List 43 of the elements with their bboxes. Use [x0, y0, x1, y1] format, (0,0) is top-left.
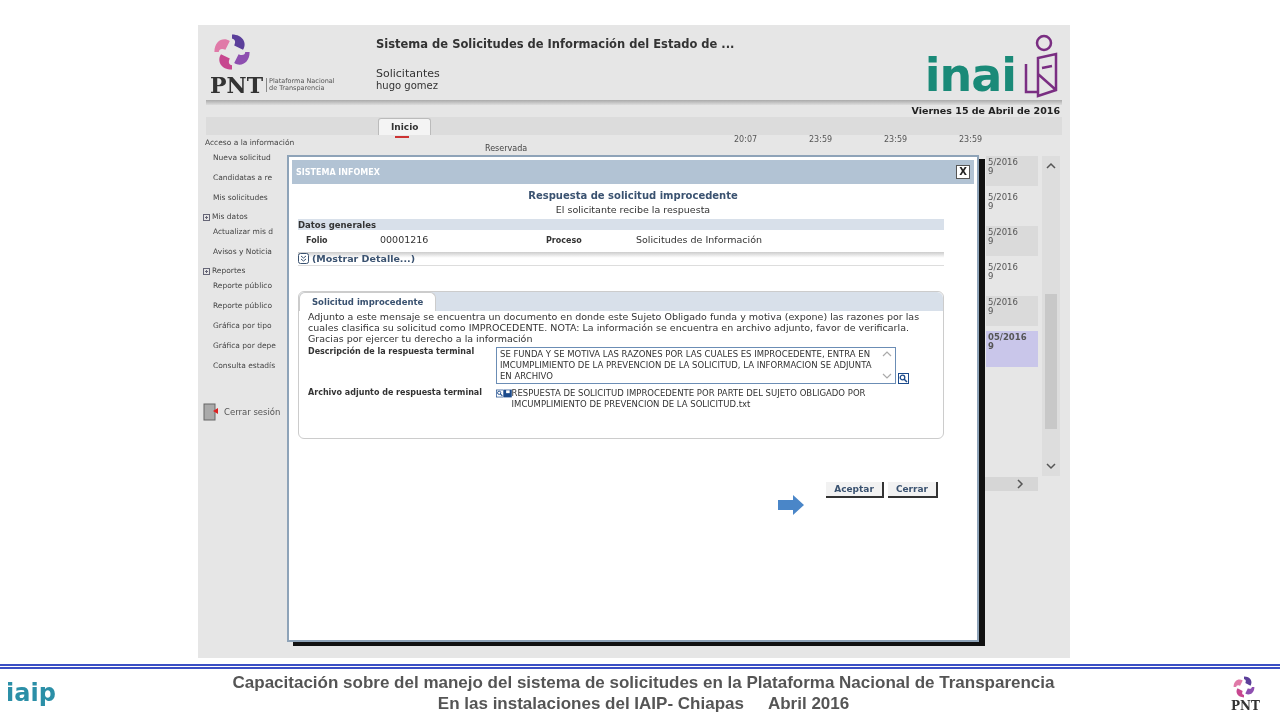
footer-title: Capacitación sobre del manejo del sistema de solicitudes en la Plataforma Nacional de Transparencia [232, 672, 1055, 693]
iaip-logo: iaip [6, 681, 56, 705]
pnt-logo: PNT [210, 74, 264, 96]
user-role: Solicitantes [376, 67, 441, 80]
field-label: Proceso [546, 236, 583, 245]
thanks-message: Gracias por ejercer tu derecho a la información [308, 333, 534, 344]
attachment-file-link[interactable]: RESPUESTA DE SOLICITUD IMPROCEDENTE POR PARTE DEL SUJETO OBLIGADO POR IMCUMPLIMIENTO DE PREVENCION DE LA SOLICITUD.txt [511, 388, 933, 410]
nav-tab[interactable]: Inicio [378, 118, 432, 135]
field-label: Descripción de la respuesta terminal [308, 347, 476, 358]
close-button[interactable]: X [956, 165, 970, 179]
dialog-title: SISTEMA INFOMEX [296, 167, 380, 177]
field-label: Archivo adjunto de respuesta terminal [308, 388, 483, 399]
response-message: Adjunto a este mensaje se encuentra un documento en donde este Sujeto Obligado funda y motiva (expone) las razones por las cuales clasifica su solicitud como IMPROCEDENTE. NOTA: La información se encuentra en archivo adjunto, favor de verificarla. [308, 311, 921, 333]
dialog-subheading: El solicitante recibe la respuesta [554, 204, 712, 215]
table-cell[interactable]: 5/2016 9 [986, 226, 1038, 256]
table-cell[interactable]: 5/2016 9 [986, 296, 1038, 326]
panel-tab[interactable]: Solicitud improcedente [299, 292, 437, 311]
table-cell-text: 20:07 [734, 135, 759, 144]
field-value: Solicitudes de Información [636, 234, 763, 245]
pnt-logo: PNT [1231, 700, 1260, 712]
field-label: Folio [306, 236, 329, 245]
table-cell[interactable]: 5/2016 9 [986, 191, 1038, 221]
footer-date: Abril 2016 [767, 693, 850, 714]
user-name: hugo gomez [376, 80, 439, 91]
logout-link[interactable]: Cerrar sesión [203, 403, 286, 421]
section-title: Datos generales [298, 219, 377, 230]
dialog-heading: Respuesta de solicitud improcedente [527, 190, 739, 201]
table-cell-text: 23:59 [809, 135, 834, 144]
system-title: Sistema de Solicitudes de Información del Estado de ... [376, 37, 736, 51]
dialog-button[interactable]: Aceptar [826, 482, 884, 498]
show-details-link[interactable]: (Mostrar Detalle...) [312, 253, 415, 264]
table-cell-text: 23:59 [959, 135, 984, 144]
footer-location: En las instalaciones del IAIP- Chiapas [437, 693, 744, 714]
table-cell[interactable]: 5/2016 9 [986, 261, 1038, 291]
dialog-button[interactable]: Cerrar [887, 482, 938, 498]
inai-logo: inai [924, 52, 1016, 98]
current-date: Viernes 15 de Abril de 2016 [911, 105, 1060, 117]
description-field[interactable]: SE FUNDA Y SE MOTIVA LAS RAZONES POR LAS CUALES ES IMPROCEDENTE, ENTRA EN IMCUMPLIMIENTO DE LA PREVENCION DE LA SOLICITUD, LA INFORMACION SE ADJUNTA EN ARCHIVO [496, 347, 896, 384]
table-cell[interactable]: 5/2016 9 [986, 156, 1038, 186]
table-cell-text: Reservada [485, 144, 529, 154]
field-value: 00001216 [380, 234, 430, 245]
table-cell[interactable]: 05/2016 9 [986, 331, 1038, 367]
table-cell-text: 23:59 [884, 135, 909, 144]
